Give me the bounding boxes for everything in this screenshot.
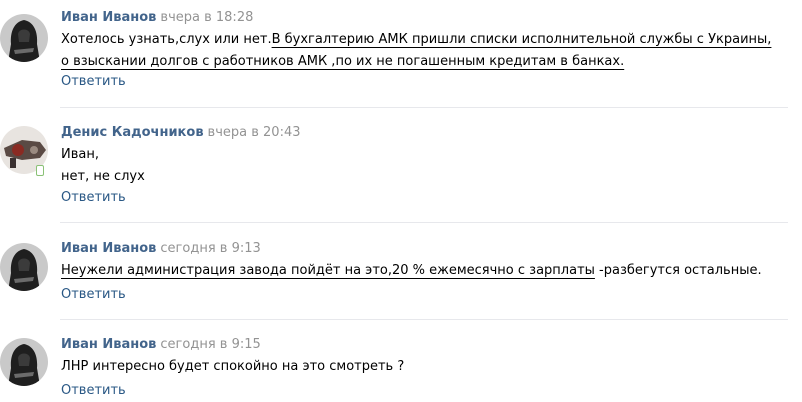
comment-date[interactable]: сегодня в 9:13	[160, 241, 260, 256]
comment-text: Иван, нет, не слух	[61, 144, 781, 188]
comment-date[interactable]: вчера в 20:43	[208, 125, 301, 140]
comment-text-plain: -разбегутся остальные.	[594, 263, 762, 278]
author-name[interactable]: Иван Иванов	[61, 241, 156, 256]
avatar[interactable]	[0, 14, 48, 62]
comment-text-plain: Хотелось узнать,слух или нет.	[61, 32, 272, 47]
divider	[60, 319, 788, 320]
comment-date[interactable]: сегодня в 9:15	[160, 337, 260, 352]
avatar[interactable]	[0, 243, 48, 291]
comment-meta: Денис Кадочников вчера в 20:43	[61, 125, 301, 141]
author-name[interactable]: Иван Иванов	[61, 337, 156, 352]
comment-text-plain: ЛНР интересно будет спокойно на это смот…	[61, 359, 405, 374]
comment-text-underlined: Неужели администрация завода пойдёт на э…	[61, 263, 595, 278]
avatar[interactable]	[0, 338, 48, 386]
divider	[60, 107, 788, 108]
hooded-figure-avatar-icon	[0, 243, 48, 291]
comment-meta: Иван Иванов сегодня в 9:15	[61, 337, 261, 353]
reply-link[interactable]: Ответить	[61, 190, 126, 206]
divider	[60, 222, 788, 223]
hooded-figure-avatar-icon	[0, 338, 48, 386]
comment-date[interactable]: вчера в 18:28	[160, 10, 253, 25]
comment-text: Хотелось узнать,слух или нет.В бухгалтер…	[61, 29, 781, 73]
mobile-online-icon	[36, 165, 44, 176]
author-name[interactable]: Иван Иванов	[61, 10, 156, 25]
hooded-figure-avatar-icon	[0, 14, 48, 62]
comment-meta: Иван Иванов сегодня в 9:13	[61, 241, 261, 257]
reply-link[interactable]: Ответить	[61, 287, 126, 303]
author-name[interactable]: Денис Кадочников	[61, 125, 204, 140]
comment-text: Неужели администрация завода пойдёт на э…	[61, 260, 781, 282]
reply-link[interactable]: Ответить	[61, 383, 126, 399]
comments-feed: Иван Иванов вчера в 18:28 Хотелось узнать…	[0, 0, 802, 402]
comment-text-line: нет, не слух	[61, 169, 145, 184]
comment-text: ЛНР интересно будет спокойно на это смот…	[61, 356, 781, 378]
comment-meta: Иван Иванов вчера в 18:28	[61, 10, 253, 26]
comment-text-line: Иван,	[61, 147, 99, 162]
reply-link[interactable]: Ответить	[61, 74, 126, 90]
